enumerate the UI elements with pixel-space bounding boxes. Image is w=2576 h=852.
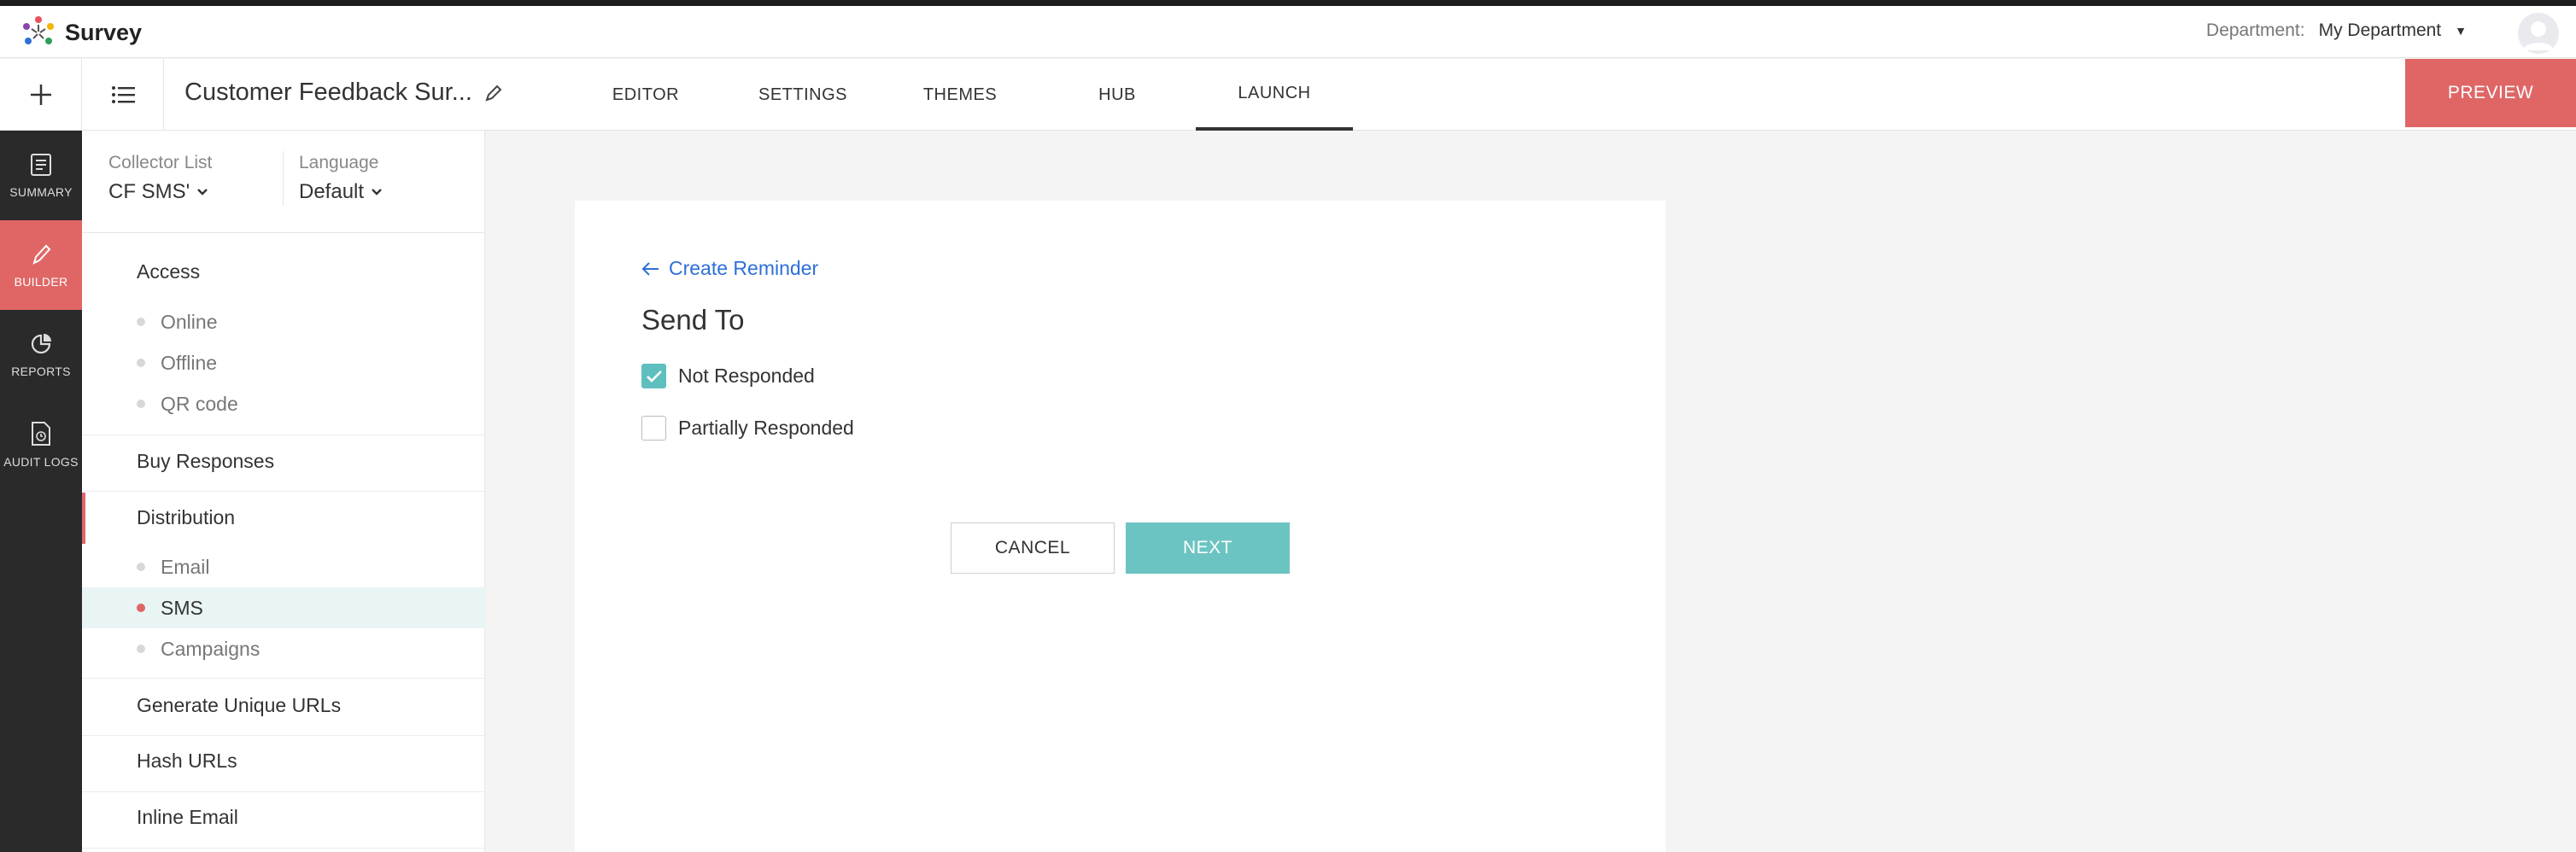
collector-list-value-row: CF SMS' [108, 180, 212, 204]
section-access[interactable]: Access [137, 260, 200, 283]
section-hash-urls[interactable]: Hash URLs [137, 750, 237, 773]
collector-list-value: CF SMS' [108, 180, 190, 203]
sidebar-item-online[interactable]: Online [82, 301, 485, 342]
edit-title-icon[interactable] [483, 83, 504, 103]
sidebar-item-label: QR code [161, 392, 238, 415]
tab-launch[interactable]: LAUNCH [1196, 59, 1353, 131]
sidebar-item-sms[interactable]: SMS [82, 587, 485, 628]
top-strip [0, 0, 2576, 6]
rail-item-builder[interactable]: BUILDER [0, 220, 82, 310]
list-icon [111, 86, 135, 103]
tab-editor[interactable]: EDITOR [567, 59, 724, 131]
section-buy-responses[interactable]: Buy Responses [137, 450, 274, 473]
check-icon [646, 370, 662, 382]
tab-settings[interactable]: SETTINGS [724, 59, 881, 131]
collector-list-label: Collector List [108, 153, 213, 172]
option-partially-responded[interactable]: Partially Responded [641, 416, 854, 441]
sidebar-item-offline[interactable]: Offline [82, 342, 485, 383]
app-header: Survey Department: My Department ▼ [0, 6, 2576, 58]
avatar[interactable] [2518, 13, 2559, 54]
survey-logo-icon [23, 16, 54, 44]
summary-icon [31, 153, 51, 176]
chevron-down-icon [372, 189, 382, 195]
checkbox-partially-responded[interactable] [641, 416, 666, 441]
language-label: Language [299, 153, 379, 172]
back-to-create-reminder-link[interactable]: Create Reminder [641, 257, 818, 280]
option-label: Partially Responded [678, 417, 854, 439]
divider [82, 735, 485, 736]
tab-themes[interactable]: THEMES [881, 59, 1039, 131]
audit-log-icon [32, 421, 50, 446]
divider [82, 491, 485, 492]
user-avatar-icon [2523, 21, 2554, 50]
chevron-down-icon [197, 189, 208, 195]
preview-button[interactable]: PREVIEW [2405, 59, 2576, 127]
bullet-dot [137, 318, 145, 326]
rail-label-builder: BUILDER [14, 274, 68, 289]
section-generate-unique-urls[interactable]: Generate Unique URLs [137, 694, 341, 717]
survey-title: Customer Feedback Sur... [184, 79, 472, 106]
divider [82, 791, 485, 792]
bullet-dot [137, 645, 145, 653]
bullet-dot [137, 400, 145, 408]
bullet-dot [137, 563, 145, 571]
rail-item-summary[interactable]: SUMMARY [0, 131, 82, 220]
rail-item-audit-logs[interactable]: AUDIT LOGS [0, 400, 82, 489]
toolbar: Customer Feedback Sur... EDITOR SETTINGS… [0, 59, 2576, 131]
top-tabs: EDITOR SETTINGS THEMES HUB LAUNCH [567, 59, 1353, 131]
brand[interactable]: Survey [19, 15, 142, 50]
pie-chart-icon [31, 333, 51, 353]
brand-name: Survey [65, 19, 143, 45]
left-rail: SUMMARY BUILDER REPORTS AUDIT LOGS [0, 131, 82, 852]
sidebar-item-label: SMS [161, 596, 203, 619]
rail-label-summary: SUMMARY [9, 184, 73, 199]
next-button[interactable]: NEXT [1126, 522, 1290, 574]
sidebar-item-label: Email [161, 555, 210, 578]
rail-item-reports[interactable]: REPORTS [0, 310, 82, 400]
back-link-label: Create Reminder [669, 257, 819, 279]
pencil-icon [32, 244, 51, 265]
department-label: Department: [2206, 20, 2305, 40]
reminder-card: Create Reminder Send To Not Responded Pa… [575, 201, 1666, 852]
sidebar-item-qr-code[interactable]: QR code [82, 383, 485, 424]
sidebar-item-label: Offline [161, 351, 218, 374]
department-selector[interactable]: Department: My Department ▼ [2206, 20, 2467, 41]
sidebar-item-label: Online [161, 310, 218, 333]
divider [82, 848, 485, 849]
sidebar-item-label: Campaigns [161, 637, 261, 660]
section-distribution[interactable]: Distribution [137, 506, 235, 529]
selector-divider [283, 151, 284, 206]
language-value-row: Default [299, 180, 383, 204]
cancel-button[interactable]: CANCEL [951, 522, 1115, 574]
language-value: Default [299, 180, 365, 203]
plus-icon [30, 85, 51, 105]
add-button[interactable] [0, 59, 82, 131]
collector-list-selector[interactable]: Collector List CF SMS' [108, 153, 212, 204]
bullet-dot [137, 359, 145, 367]
survey-list-button[interactable] [82, 59, 164, 131]
active-section-marker [82, 493, 85, 544]
divider [82, 678, 485, 679]
tab-hub[interactable]: HUB [1039, 59, 1196, 131]
arrow-left-icon [641, 261, 659, 276]
caret-down-icon: ▼ [2455, 24, 2467, 38]
sidebar-item-campaigns[interactable]: Campaigns [82, 628, 485, 669]
checkbox-not-responded[interactable] [641, 364, 666, 388]
rail-label-reports: REPORTS [11, 364, 71, 378]
bullet-dot [137, 604, 145, 612]
language-selector[interactable]: Language Default [299, 153, 383, 204]
collector-language-bar: Collector List CF SMS' Language Default [82, 131, 484, 233]
option-not-responded[interactable]: Not Responded [641, 364, 815, 388]
rail-label-audit-logs: AUDIT LOGS [3, 454, 79, 469]
sidebar-item-email[interactable]: Email [82, 546, 485, 587]
section-inline-email[interactable]: Inline Email [137, 806, 238, 829]
department-value: My Department [2318, 20, 2442, 40]
send-to-heading: Send To [641, 304, 745, 336]
option-label: Not Responded [678, 365, 815, 387]
launch-sidebar: Collector List CF SMS' Language Default … [82, 131, 485, 852]
